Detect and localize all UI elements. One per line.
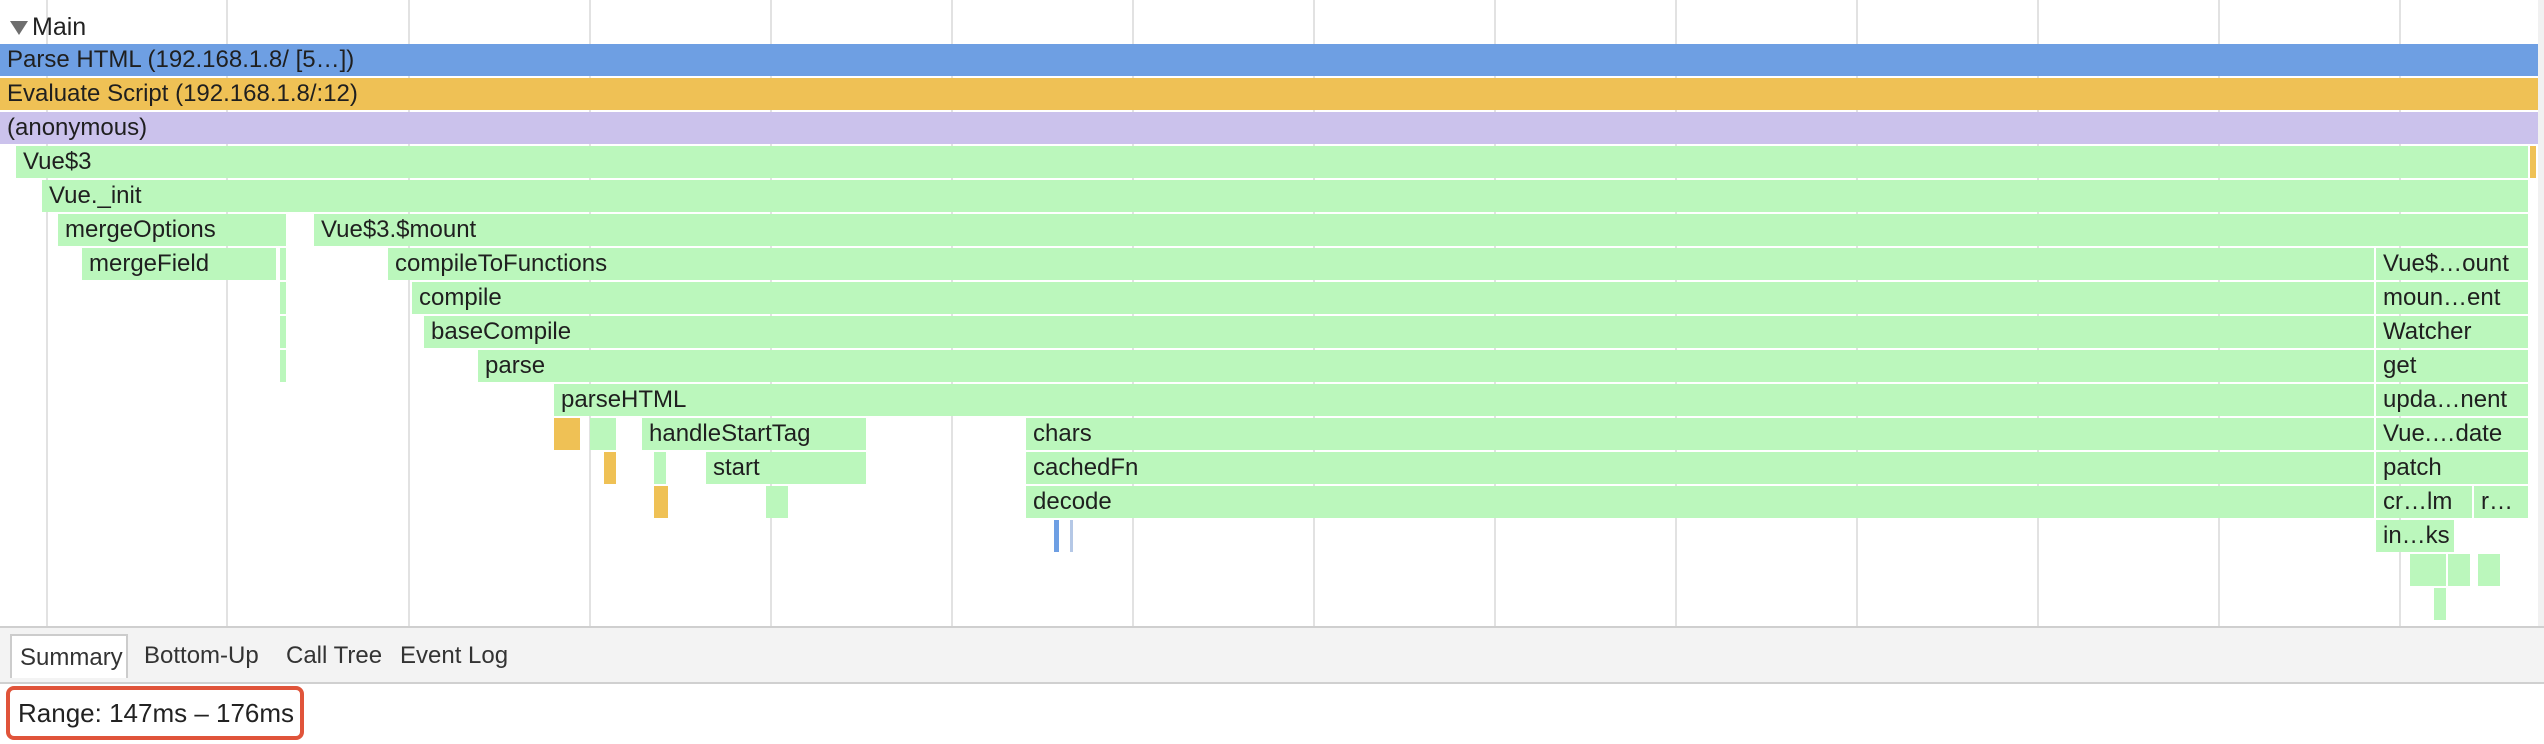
vue-init-bar[interactable]: Vue._init <box>42 180 2528 212</box>
range-label: Range: 147ms – 176ms <box>6 686 304 740</box>
small-call-slice[interactable] <box>2478 554 2500 586</box>
merge-options-bar[interactable]: mergeOptions <box>58 214 286 246</box>
flame-chart[interactable]: Main Parse HTML (192.168.1.8/ [5…]) Eval… <box>0 0 2544 626</box>
small-call-slice[interactable] <box>590 418 616 450</box>
tab-event-log[interactable]: Event Log <box>392 634 516 678</box>
small-call-slice[interactable] <box>280 282 286 314</box>
patch-bar[interactable]: patch <box>2376 452 2528 484</box>
vue-update-bar[interactable]: Vue.…date <box>2376 418 2528 450</box>
script-slice[interactable] <box>604 452 616 484</box>
small-call-slice[interactable] <box>280 316 286 348</box>
tab-bottom-up[interactable]: Bottom-Up <box>136 634 267 678</box>
script-slice[interactable] <box>554 418 580 450</box>
mount-component-bar[interactable]: moun…ent <box>2376 282 2528 314</box>
parse-html-fn-bar[interactable]: parseHTML <box>554 384 2374 416</box>
vue3-bar[interactable]: Vue$3 <box>16 146 2528 178</box>
details-tab-bar: Summary Bottom-Up Call Tree Event Log <box>0 628 2544 684</box>
merge-field-bar[interactable]: mergeField <box>82 248 276 280</box>
chars-bar[interactable]: chars <box>1026 418 2374 450</box>
create-elm-bar[interactable]: cr…lm <box>2376 486 2472 518</box>
small-call-slice[interactable] <box>766 486 788 518</box>
cached-fn-bar[interactable]: cachedFn <box>1026 452 2374 484</box>
parse-html-bar[interactable]: Parse HTML (192.168.1.8/ [5…]) <box>0 44 2538 76</box>
update-component-bar[interactable]: upda…nent <box>2376 384 2528 416</box>
vue-mount-component-bar[interactable]: Vue$…ount <box>2376 248 2528 280</box>
vertical-scrollbar[interactable] <box>2538 0 2544 626</box>
tab-call-tree[interactable]: Call Tree <box>278 634 390 678</box>
small-call-slice[interactable] <box>654 452 666 484</box>
compile-to-functions-bar[interactable]: compileToFunctions <box>388 248 2374 280</box>
handle-start-tag-bar[interactable]: handleStartTag <box>642 418 866 450</box>
invoke-hooks-bar[interactable]: in…ks <box>2376 520 2454 552</box>
base-compile-bar[interactable]: baseCompile <box>424 316 2374 348</box>
script-slice[interactable] <box>654 486 668 518</box>
compile-bar[interactable]: compile <box>412 282 2374 314</box>
small-call-slice[interactable] <box>280 248 286 280</box>
remove-bar[interactable]: r… <box>2474 486 2528 518</box>
small-call-slice[interactable] <box>2448 554 2470 586</box>
parse-slice[interactable] <box>1054 520 1059 552</box>
collapse-triangle-icon[interactable] <box>10 21 28 35</box>
tab-summary[interactable]: Summary <box>10 634 128 678</box>
small-call-slice[interactable] <box>280 350 286 382</box>
main-track-title: Main <box>32 13 87 41</box>
evaluate-script-bar[interactable]: Evaluate Script (192.168.1.8/:12) <box>0 78 2538 110</box>
anonymous-bar[interactable]: (anonymous) <box>0 112 2538 144</box>
small-call-slice[interactable] <box>2434 588 2446 620</box>
main-track-header[interactable]: Main <box>0 4 600 46</box>
vue3-mount-bar[interactable]: Vue$3.$mount <box>314 214 2528 246</box>
start-bar[interactable]: start <box>706 452 866 484</box>
small-call-slice[interactable] <box>2410 554 2446 586</box>
decode-bar[interactable]: decode <box>1026 486 2374 518</box>
small-call-slice[interactable] <box>1070 520 1073 552</box>
event-slice[interactable] <box>2530 146 2536 178</box>
get-bar[interactable]: get <box>2376 350 2528 382</box>
parse-bar[interactable]: parse <box>478 350 2374 382</box>
watcher-bar[interactable]: Watcher <box>2376 316 2528 348</box>
